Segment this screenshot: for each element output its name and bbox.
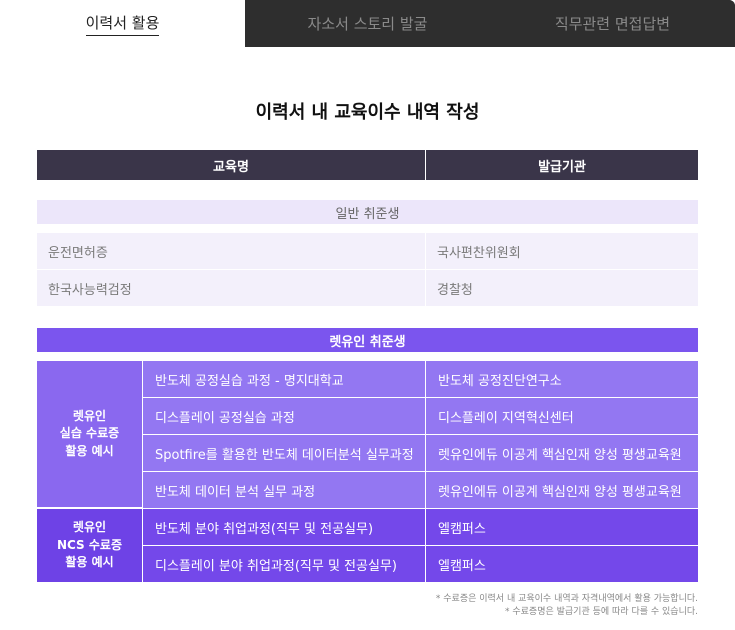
- footnote-1: * 수료증은 이력서 내 교육이수 내역과 자격내역에서 활용 가능합니다.: [435, 594, 698, 604]
- tab-cover-letter-label: 자소서 스토리 발굴: [307, 15, 428, 33]
- tab-interview-label: 직무관련 면접답변: [554, 15, 671, 33]
- practice-row-3-issuer: 렛유인에듀 이공계 핵심인재 양성 평생교육원: [426, 435, 698, 471]
- tab-bar: 이력서 활용 자소서 스토리 발굴 직무관련 면접답변: [0, 0, 735, 47]
- group-ncs-label-text: 렛유인 NCS 수료증 활용 예시: [56, 520, 122, 570]
- ncs-row-1-course: 반도체 분야 취업과정(직무 및 전공실무): [143, 509, 425, 545]
- tab-group-inactive: 자소서 스토리 발굴 직무관련 면접답변: [245, 0, 735, 47]
- tab-resume[interactable]: 이력서 활용: [0, 0, 245, 47]
- practice-row-4-course: 반도체 데이터 분석 실무 과정: [143, 472, 425, 508]
- general-row-2-issuer: 경찰청: [426, 270, 698, 306]
- group-practice-label-text: 렛유인 실습 수료증 활용 예시: [59, 408, 120, 458]
- page-title: 이력서 내 교육이수 내역 작성: [255, 102, 480, 123]
- general-row-1-course: 운전면허증: [37, 233, 425, 269]
- practice-row-2-course: 디스플레이 공정실습 과정: [143, 398, 425, 434]
- practice-row-1-issuer: 반도체 공정진단연구소: [426, 361, 698, 397]
- ncs-row-2-course: 디스플레이 분야 취업과정(직무 및 전공실무): [143, 546, 425, 582]
- ncs-row-1-issuer: 엘캠퍼스: [426, 509, 698, 545]
- footnote-2: * 수료증명은 발급기관 등에 따라 다를 수 있습니다.: [505, 607, 698, 617]
- group-practice-label: 렛유인 실습 수료증 활용 예시: [37, 361, 142, 507]
- header-issuer: 발급기관: [426, 150, 698, 180]
- general-row-2-course: 한국사능력검정: [37, 270, 425, 306]
- group-ncs-label: 렛유인 NCS 수료증 활용 예시: [37, 509, 142, 582]
- tab-cover-letter[interactable]: 자소서 스토리 발굴: [245, 0, 490, 47]
- practice-row-3-course: Spotfire를 활용한 반도체 데이터분석 실무과정: [143, 435, 425, 471]
- tab-resume-label: 이력서 활용: [85, 12, 160, 36]
- header-course-name: 교육명: [37, 150, 425, 180]
- ncs-row-2-issuer: 엘캠퍼스: [426, 546, 698, 582]
- section-letuin-label: 렛유인 취준생: [37, 328, 698, 352]
- section-general-label: 일반 취준생: [37, 200, 698, 224]
- tab-interview[interactable]: 직무관련 면접답변: [490, 0, 735, 47]
- general-row-1-issuer: 국사편찬위원회: [426, 233, 698, 269]
- practice-row-2-issuer: 디스플레이 지역혁신센터: [426, 398, 698, 434]
- practice-row-4-issuer: 렛유인에듀 이공계 핵심인재 양성 평생교육원: [426, 472, 698, 508]
- practice-row-1-course: 반도체 공정실습 과정 - 명지대학교: [143, 361, 425, 397]
